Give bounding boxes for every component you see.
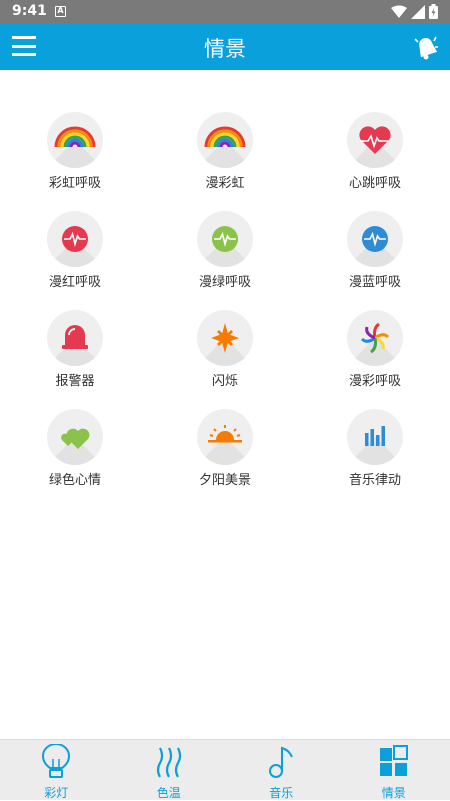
- heartbeat-icon: [347, 112, 403, 168]
- music-note-icon: [265, 744, 297, 780]
- scene-color-breath[interactable]: 漫彩呼吸: [300, 310, 450, 400]
- scene-flash[interactable]: 闪烁: [150, 310, 300, 400]
- scene-icon-bg: [47, 310, 103, 366]
- app-bar: 情景: [0, 24, 450, 70]
- scene-music-rhythm[interactable]: 音乐律动: [300, 409, 450, 499]
- scene-label: 彩虹呼吸: [0, 172, 150, 191]
- tab-label: 情景: [338, 784, 450, 801]
- green-hearts-icon: [47, 409, 103, 465]
- scene-label: 闪烁: [150, 370, 300, 389]
- tab-label: 彩灯: [0, 784, 113, 801]
- tab-scene[interactable]: 情景: [338, 740, 450, 801]
- status-bar: 9:41 A: [0, 0, 450, 24]
- scene-label: 漫蓝呼吸: [300, 271, 450, 290]
- scene-icon-bg: [347, 310, 403, 366]
- notification-icon: A: [55, 6, 66, 17]
- flash-icon: [197, 310, 253, 366]
- heat-waves-icon: [153, 744, 185, 780]
- scene-green-mood[interactable]: 绿色心情: [0, 409, 150, 499]
- status-time: 9:41: [12, 3, 47, 19]
- bottom-tab-bar: 彩灯 色温 音乐 情景: [0, 739, 450, 800]
- scene-green-breath[interactable]: 漫绿呼吸: [150, 211, 300, 301]
- system-icons: [391, 4, 438, 19]
- scene-red-breath[interactable]: 漫红呼吸: [0, 211, 150, 301]
- scene-rainbow-breath[interactable]: 彩虹呼吸: [0, 112, 150, 202]
- music-bars-icon: [347, 409, 403, 465]
- siren-icon: [47, 310, 103, 366]
- scene-icon-bg: [47, 112, 103, 168]
- sunset-icon: [197, 409, 253, 465]
- scene-icon-bg: [347, 409, 403, 465]
- scene-rainbow-diffuse[interactable]: 漫彩虹: [150, 112, 300, 202]
- alarm-icon[interactable]: [412, 33, 440, 61]
- tab-label: 音乐: [225, 784, 338, 801]
- scene-icon-bg: [197, 409, 253, 465]
- scene-label: 漫红呼吸: [0, 271, 150, 290]
- red-pulse-icon: [47, 211, 103, 267]
- scene-label: 音乐律动: [300, 469, 450, 488]
- scene-label: 漫绿呼吸: [150, 271, 300, 290]
- scene-icon-bg: [197, 112, 253, 168]
- scene-label: 夕阳美景: [150, 469, 300, 488]
- tab-color-lamp[interactable]: 彩灯: [0, 740, 113, 801]
- scene-icon-bg: [347, 211, 403, 267]
- signal-icon: [411, 5, 425, 19]
- scene-sunset[interactable]: 夕阳美景: [150, 409, 300, 499]
- bulb-icon: [40, 744, 72, 780]
- scene-icon-bg: [347, 112, 403, 168]
- tab-color-temp[interactable]: 色温: [113, 740, 226, 801]
- grid-icon: [378, 744, 410, 780]
- scene-icon-bg: [197, 310, 253, 366]
- wifi-icon: [391, 5, 407, 19]
- tab-music[interactable]: 音乐: [225, 740, 338, 801]
- scene-label: 绿色心情: [0, 469, 150, 488]
- scene-label: 心跳呼吸: [300, 172, 450, 191]
- scene-icon-bg: [47, 409, 103, 465]
- rainbow-icon: [197, 112, 253, 168]
- scene-label: 漫彩呼吸: [300, 370, 450, 389]
- color-spiral-icon: [347, 310, 403, 366]
- blue-pulse-icon: [347, 211, 403, 267]
- scene-blue-breath[interactable]: 漫蓝呼吸: [300, 211, 450, 301]
- page-title: 情景: [0, 33, 450, 63]
- scene-heartbeat[interactable]: 心跳呼吸: [300, 112, 450, 202]
- scene-label: 漫彩虹: [150, 172, 300, 191]
- tab-label: 色温: [113, 784, 226, 801]
- scene-label: 报警器: [0, 370, 150, 389]
- battery-icon: [429, 4, 438, 19]
- rainbow-icon: [47, 112, 103, 168]
- scene-alarm[interactable]: 报警器: [0, 310, 150, 400]
- scene-icon-bg: [47, 211, 103, 267]
- green-pulse-icon: [197, 211, 253, 267]
- scene-icon-bg: [197, 211, 253, 267]
